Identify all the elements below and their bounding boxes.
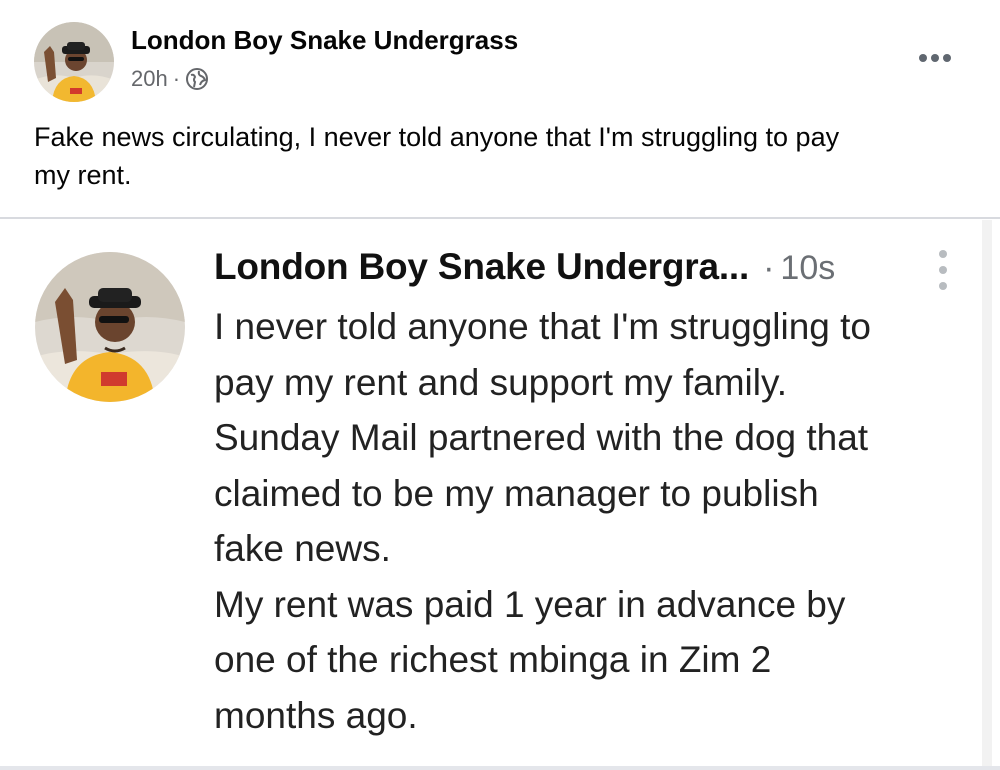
- bottom-divider: [0, 766, 1000, 770]
- tweet-text-line: I never told anyone that I'm struggling …: [214, 306, 872, 347]
- post-text: Fake news circulating, I never told anyo…: [34, 118, 974, 194]
- more-horizontal-icon: [919, 54, 927, 62]
- post-meta: 20h ·: [131, 66, 209, 92]
- tweet-more-icon: [936, 250, 950, 290]
- tweet-author-name: London Boy Snake Undergra...: [214, 246, 750, 287]
- post-time[interactable]: 20h: [131, 66, 168, 92]
- post-text-line: my rent.: [34, 160, 132, 190]
- avatar-image: [34, 22, 114, 102]
- tweet-text-line: one of the richest mbinga in Zim 2: [214, 639, 772, 680]
- meta-separator: ·: [172, 66, 181, 91]
- tweet-text-line: Sunday Mail partnered with the dog that: [214, 417, 869, 458]
- tweet-separator: ·: [763, 249, 775, 287]
- tweet-text-line: months ago.: [214, 694, 418, 736]
- tweet-screenshot[interactable]: London Boy Snake Undergra... · 10s I nev…: [8, 220, 992, 766]
- tweet-text: I never told anyone that I'm struggling …: [214, 299, 974, 743]
- facebook-post: London Boy Snake Undergrass 20h · Fake n…: [0, 0, 1000, 770]
- tweet-header: London Boy Snake Undergra... · 10s: [214, 246, 835, 288]
- post-more-button[interactable]: [912, 40, 958, 76]
- tweet-text-line: My rent was paid 1 year in advance by: [214, 583, 846, 625]
- tweet-time: 10s: [780, 249, 836, 287]
- card-edge: [982, 220, 992, 766]
- tweet-avatar-image: [35, 252, 185, 402]
- author-avatar[interactable]: [34, 22, 114, 102]
- tweet-text-line: pay my rent and support my family.: [214, 361, 788, 403]
- tweet-text-line: claimed to be my manager to publish: [214, 472, 819, 514]
- globe-icon[interactable]: [185, 67, 209, 91]
- post-text-line: Fake news circulating, I never told anyo…: [34, 122, 840, 152]
- tweet-text-line: fake news.: [214, 528, 391, 569]
- tweet-avatar: [35, 252, 185, 402]
- author-name[interactable]: London Boy Snake Undergrass: [131, 25, 518, 56]
- divider: [0, 217, 1000, 219]
